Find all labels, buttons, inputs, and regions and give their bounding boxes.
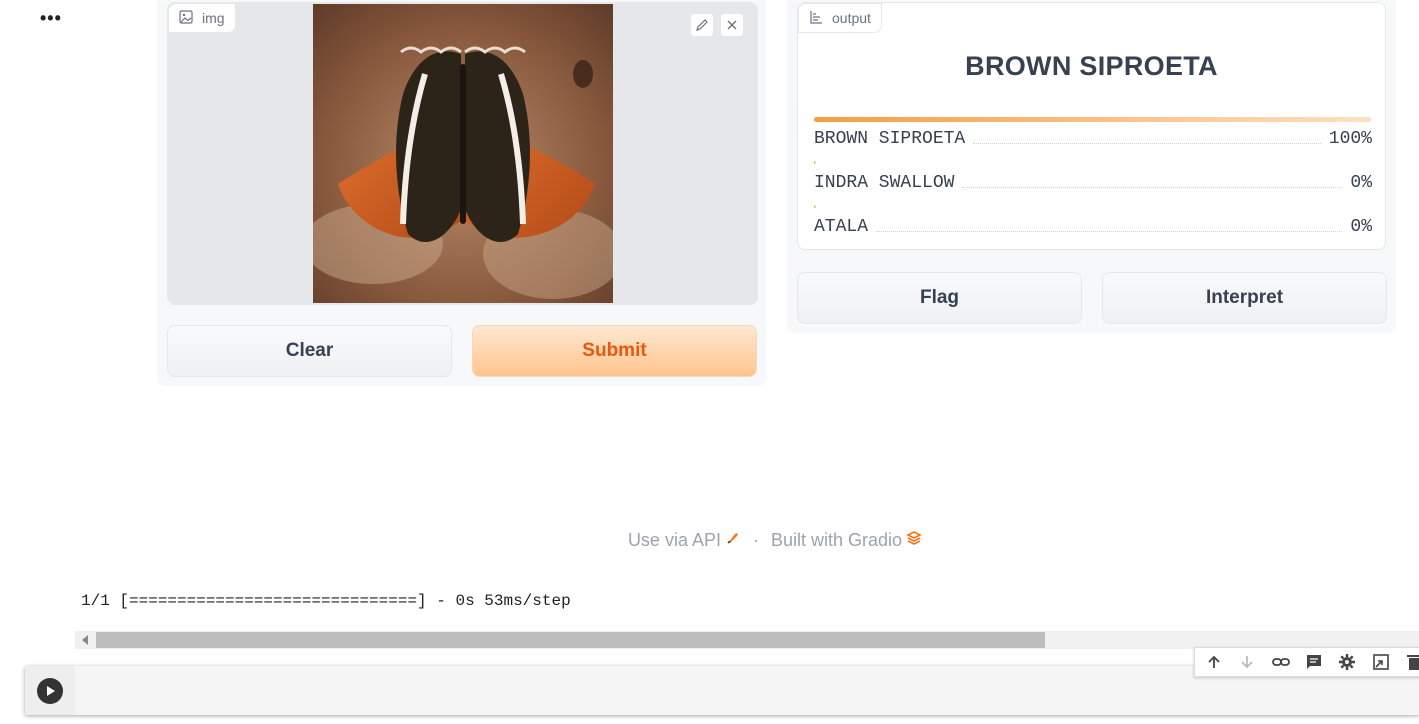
confidence-bar <box>814 117 1371 122</box>
image-label: img <box>202 10 225 26</box>
play-icon <box>47 686 55 696</box>
comment-icon[interactable] <box>1303 651 1324 673</box>
confidence-bar <box>814 161 816 164</box>
console-output: 1/1 [==============================] - 0… <box>81 592 571 610</box>
delete-icon[interactable] <box>1404 651 1419 673</box>
scrollbar-thumb[interactable] <box>96 632 1045 648</box>
interpret-button[interactable]: Interpret <box>1102 272 1387 324</box>
rocket-icon <box>725 530 741 551</box>
confidence-label: INDRA SWALLOW <box>814 173 955 193</box>
mirror-cell-icon[interactable] <box>1370 651 1391 673</box>
output-label: output <box>832 10 871 26</box>
confidence-row[interactable]: ATALA 0% <box>814 215 1372 237</box>
confidence-row[interactable]: INDRA SWALLOW 0% <box>814 171 1372 193</box>
confidence-value: 0% <box>1350 173 1372 193</box>
chart-icon <box>809 10 823 27</box>
confidence-value: 0% <box>1350 217 1372 237</box>
move-down-icon[interactable] <box>1236 651 1257 673</box>
image-input[interactable]: img <box>167 2 758 305</box>
submit-button[interactable]: Submit <box>472 325 757 377</box>
butterfly-image <box>313 4 613 303</box>
gradio-logo-icon <box>906 530 922 551</box>
confidence-bar <box>814 205 816 208</box>
close-icon[interactable] <box>720 13 744 37</box>
confidence-row[interactable]: BROWN SIPROETA 100% <box>814 127 1372 149</box>
image-icon <box>179 9 193 27</box>
confidence-value: 100% <box>1328 129 1372 149</box>
confidence-label: ATALA <box>814 217 869 237</box>
scroll-left-icon[interactable] <box>82 635 88 645</box>
run-cell-button[interactable] <box>37 678 63 704</box>
cell-toolbar <box>1194 647 1419 677</box>
move-up-icon[interactable] <box>1203 651 1224 673</box>
edit-icon[interactable] <box>690 13 714 37</box>
clear-button[interactable]: Clear <box>167 325 452 377</box>
output-label-tag: output <box>798 3 882 33</box>
label-output: output BROWN SIPROETA BROWN SIPROETA 100… <box>797 2 1386 250</box>
gear-icon[interactable] <box>1337 651 1358 673</box>
link-icon[interactable] <box>1270 651 1291 673</box>
image-label-tag: img <box>168 3 236 33</box>
flag-button[interactable]: Flag <box>797 272 1082 324</box>
built-with-gradio-link[interactable]: Built with Gradio <box>771 530 902 551</box>
more-options-icon[interactable]: ••• <box>40 8 62 29</box>
use-via-api-link[interactable]: Use via API <box>628 530 721 551</box>
confidence-label: BROWN SIPROETA <box>814 129 966 149</box>
footer: Use via API · Built with Gradio <box>0 530 1419 551</box>
predicted-label: BROWN SIPROETA <box>965 51 1218 81</box>
footer-separator: · <box>752 530 759 550</box>
